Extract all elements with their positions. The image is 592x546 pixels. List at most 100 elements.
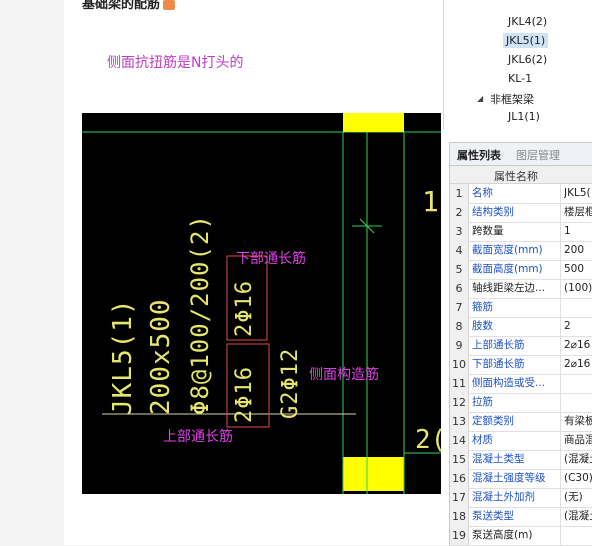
property-name: 箍筋 <box>472 298 561 317</box>
cad-stirrup: Φ8@100/200(2) <box>186 214 214 415</box>
row-number: 18 <box>450 507 469 526</box>
property-row[interactable]: 13 定额类别 有梁板 <box>450 412 592 432</box>
property-value[interactable]: 500 <box>564 260 592 279</box>
property-value[interactable]: 2 <box>564 317 592 336</box>
article-heading-text: 基础梁的配筋 <box>82 0 161 12</box>
property-row[interactable]: 12 拉筋 <box>450 393 592 413</box>
tree-item-kl1[interactable]: KL-1 <box>505 71 535 86</box>
property-name: 轴线距梁左边... <box>472 279 561 298</box>
row-number: 9 <box>450 336 469 355</box>
property-name: 材质 <box>472 431 561 450</box>
property-name: 截面高度(mm) <box>472 260 561 279</box>
property-name: 上部通长筋 <box>472 336 561 355</box>
tree-item-jkl5[interactable]: JKL5(1) <box>503 33 549 48</box>
cad-side-bar: G2Φ12 <box>278 347 303 419</box>
row-number: 11 <box>450 374 469 393</box>
property-row[interactable]: 3 跨数量 1 <box>450 222 592 242</box>
tree-item-jkl6[interactable]: JKL6(2) <box>505 52 550 67</box>
property-value[interactable]: (混凝土 <box>564 507 592 526</box>
row-number: 5 <box>450 260 469 279</box>
property-value[interactable] <box>564 298 592 317</box>
property-panel: 属性列表 图层管理 属性名称 1 名称 JKL5(2 结构类别 楼层框 3 跨数量 1 4 截面宽… <box>449 142 592 546</box>
cad-bottom-bar: 2Φ16 <box>232 280 257 337</box>
property-row[interactable]: 19 泵送高度(m) <box>450 526 592 546</box>
row-number: 16 <box>450 469 469 488</box>
row-number: 1 <box>450 184 469 203</box>
property-row[interactable]: 11 侧面构造或受... <box>450 374 592 394</box>
property-value[interactable]: 200 <box>564 241 592 260</box>
tree-item-jl1[interactable]: JL1(1) <box>505 109 543 124</box>
cad-label-bottom-bar: 下部通长筋 <box>236 251 306 267</box>
property-name: 跨数量 <box>472 222 561 241</box>
property-row[interactable]: 10 下部通长筋 2⌀16 <box>450 355 592 375</box>
property-row[interactable]: 15混凝土类型(混凝土 <box>450 450 592 470</box>
property-name: 侧面构造或受... <box>472 374 561 393</box>
property-name: 混凝土类型 <box>472 450 561 469</box>
property-tabs: 属性列表 图层管理 <box>450 143 592 166</box>
property-value[interactable]: 有梁板 <box>564 412 592 431</box>
cad-fragment-1: 1 <box>422 185 439 218</box>
row-number: 6 <box>450 279 469 298</box>
property-name: 截面宽度(mm) <box>472 241 561 260</box>
row-number: 19 <box>450 526 469 545</box>
property-value[interactable]: (混凝土 <box>564 450 592 469</box>
property-row[interactable]: 2 结构类别 楼层框 <box>450 203 592 223</box>
cad-label-top-bar: 上部通长筋 <box>163 429 233 445</box>
property-name: 名称 <box>472 184 561 203</box>
row-number: 2 <box>450 203 469 222</box>
property-value[interactable]: 商品混 <box>564 431 592 450</box>
cad-beam-size: 200x500 <box>146 298 176 415</box>
edit-badge-icon[interactable] <box>163 0 176 10</box>
row-number: 14 <box>450 431 469 450</box>
tab-layer-management[interactable]: 图层管理 <box>516 147 560 163</box>
property-value[interactable]: JKL5( <box>564 184 592 203</box>
property-row[interactable]: 4 截面宽度(mm) 200 <box>450 241 592 261</box>
property-row[interactable]: 8 肢数 2 <box>450 317 592 337</box>
article-heading: 基础梁的配筋 <box>82 0 176 12</box>
property-value[interactable]: 楼层框 <box>564 203 592 222</box>
property-name: 泵送类型 <box>472 507 561 526</box>
row-number: 7 <box>450 298 469 317</box>
property-value[interactable]: (C30) <box>564 469 592 488</box>
property-grid-header: 属性名称 <box>450 166 592 184</box>
cad-beam-id: JKL5(1) <box>108 298 138 415</box>
row-number: 4 <box>450 241 469 260</box>
property-name: 泵送高度(m) <box>472 526 561 545</box>
property-row[interactable]: 5 截面高度(mm) 500 <box>450 260 592 280</box>
row-number: 3 <box>450 222 469 241</box>
property-row[interactable]: 18泵送类型(混凝土 <box>450 507 592 527</box>
property-row[interactable]: 17 混凝土外加剂 (无) <box>450 488 592 508</box>
tab-property-list[interactable]: 属性列表 <box>457 147 501 163</box>
row-number: 15 <box>450 450 469 469</box>
property-name: 混凝土外加剂 <box>472 488 561 507</box>
property-row[interactable]: 6 轴线距梁左边... (100) <box>450 279 592 299</box>
property-value[interactable]: 2⌀16 <box>564 355 592 374</box>
cad-fragment-2: 2( <box>415 425 441 455</box>
property-value[interactable]: (无) <box>564 488 592 507</box>
tree-group-non-frame-beam[interactable]: 非框架梁 <box>487 90 537 108</box>
tree-item-jkl4[interactable]: JKL4(2) <box>505 14 550 29</box>
property-row[interactable]: 1 名称 JKL5( <box>450 184 592 204</box>
property-row[interactable]: 7 箍筋 <box>450 298 592 318</box>
row-number: 13 <box>450 412 469 431</box>
property-name: 混凝土强度等级 <box>472 469 561 488</box>
property-row[interactable]: 14 材质 商品混 <box>450 431 592 451</box>
property-row[interactable]: 16 混凝土强度等级 (C30) <box>450 469 592 489</box>
property-value[interactable] <box>564 526 592 545</box>
cad-top-bar: 2Φ16 <box>232 366 257 423</box>
row-number: 10 <box>450 355 469 374</box>
property-value[interactable]: 2⌀16 <box>564 336 592 355</box>
property-value[interactable]: (100) <box>564 279 592 298</box>
collapse-caret-icon[interactable]: ◢ <box>477 94 483 103</box>
cad-label-side-bar: 侧面构造筋 <box>309 367 379 383</box>
header-property-name: 属性名称 <box>494 170 538 183</box>
property-name: 肢数 <box>472 317 561 336</box>
property-row[interactable]: 9 上部通长筋 2⌀16 <box>450 336 592 356</box>
property-name: 结构类别 <box>472 203 561 222</box>
component-tree: JKL4(2) JKL5(1) JKL6(2) KL-1 ◢ 非框架梁 JL1(… <box>443 0 592 130</box>
row-number: 17 <box>450 488 469 507</box>
article-note: 侧面抗扭筋是N打头的 <box>107 55 244 71</box>
property-value[interactable]: 1 <box>564 222 592 241</box>
property-value[interactable] <box>564 393 592 412</box>
property-value[interactable] <box>564 374 592 393</box>
